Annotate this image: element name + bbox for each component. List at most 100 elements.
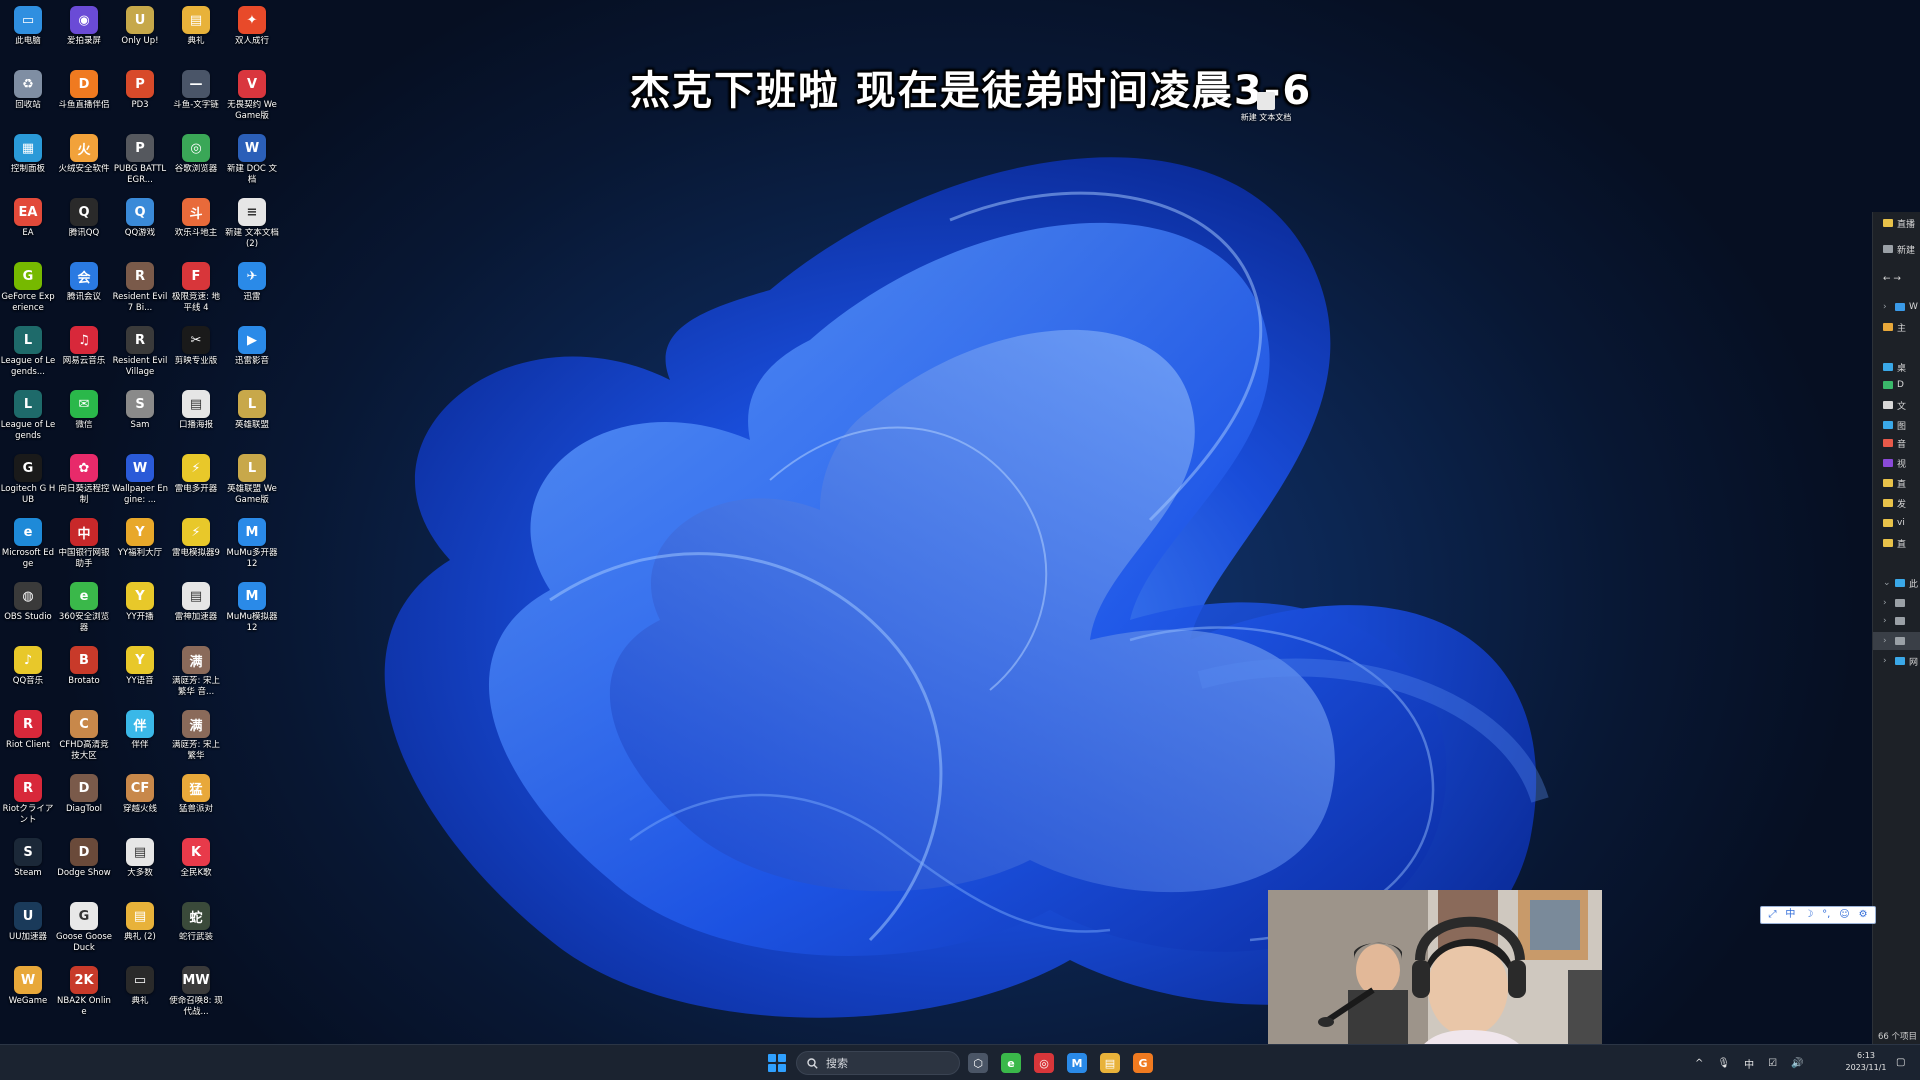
desktop-icon[interactable]: ▤ 口播海报 bbox=[168, 386, 224, 450]
nav-pane-item[interactable]: 文 bbox=[1873, 396, 1920, 414]
desktop-icon[interactable]: ▭ 此电脑 bbox=[0, 2, 56, 66]
tray-icon[interactable]: ☑ bbox=[1768, 1058, 1777, 1069]
chevron-icon[interactable]: › bbox=[1883, 656, 1891, 666]
desktop-icon[interactable]: ⚡ 雷电模拟器9 bbox=[168, 514, 224, 578]
desktop-icon[interactable]: 蛇蛇行武装 bbox=[168, 898, 224, 962]
desktop-icon[interactable]: 2K NBA2K Online bbox=[56, 962, 112, 1026]
desktop-icon[interactable]: 满满庭芳: 宋上繁华 音... bbox=[168, 642, 224, 706]
douyu-app[interactable]: G bbox=[1133, 1053, 1153, 1073]
ime-button[interactable]: °, bbox=[1822, 909, 1830, 921]
360-browser-app[interactable]: e bbox=[1001, 1053, 1021, 1073]
desktop-icon[interactable]: ✿ 向日葵远程控制 bbox=[56, 450, 112, 514]
desktop-icon[interactable]: ▤ 典礼 (2) bbox=[112, 898, 168, 962]
desktop-icon[interactable]: Y YY语音 bbox=[112, 642, 168, 706]
desktop-icon[interactable]: 满满庭芳: 宋上繁华 bbox=[168, 706, 224, 770]
desktop-icon[interactable]: ✂ 剪映专业版 bbox=[168, 322, 224, 386]
ime-button[interactable]: ⚙ bbox=[1859, 909, 1868, 921]
desktop-icon[interactable]: 伴伴伴 bbox=[112, 706, 168, 770]
desktop-icon[interactable]: ≡ 新建 文本文档 (2) bbox=[224, 194, 280, 258]
nav-pane-item[interactable]: 直 bbox=[1873, 534, 1920, 552]
chevron-icon[interactable]: ⌄ bbox=[1883, 578, 1891, 588]
nav-pane-item[interactable]: 音 bbox=[1873, 434, 1920, 452]
nav-pane-item[interactable]: 直 bbox=[1873, 474, 1920, 492]
chrome-app[interactable]: ◎ bbox=[1034, 1053, 1054, 1073]
nav-pane-item[interactable]: › bbox=[1873, 594, 1920, 612]
desktop-icon[interactable]: ♻ 回收站 bbox=[0, 66, 56, 130]
desktop-icon[interactable]: G Goose Goose Duck bbox=[56, 898, 112, 962]
desktop-icon[interactable]: U UU加速器 bbox=[0, 898, 56, 962]
desktop-icon[interactable]: D 斗鱼直播伴侣 bbox=[56, 66, 112, 130]
taskview-app[interactable]: ⬡ bbox=[968, 1053, 988, 1073]
desktop-icon[interactable]: G Logitech G HUB bbox=[0, 450, 56, 514]
nav-pane-item[interactable]: 主 bbox=[1873, 318, 1920, 336]
tray-icon[interactable]: 中 bbox=[1744, 1056, 1754, 1071]
desktop-icon[interactable]: K 全民K歌 bbox=[168, 834, 224, 898]
ime-button[interactable]: ⤢ bbox=[1768, 909, 1776, 921]
desktop-icon[interactable]: P PUBG BATTLEGR... bbox=[112, 130, 168, 194]
nav-pane-item[interactable]: › 网 bbox=[1873, 652, 1920, 670]
desktop-icon[interactable]: ◍ OBS Studio bbox=[0, 578, 56, 642]
chevron-icon[interactable]: › bbox=[1883, 636, 1891, 646]
nav-pane-item[interactable]: ← → bbox=[1873, 270, 1920, 288]
desktop-icon[interactable]: ♪ QQ音乐 bbox=[0, 642, 56, 706]
desktop-icon[interactable]: ▤ 雷神加速器 bbox=[168, 578, 224, 642]
taskbar-clock[interactable]: 6:13 2023/11/1 bbox=[1842, 1050, 1890, 1074]
desktop-icon[interactable]: L League of Legends bbox=[0, 386, 56, 450]
desktop-icon[interactable]: L League of Legends... bbox=[0, 322, 56, 386]
desktop-icon[interactable]: e 360安全浏览器 bbox=[56, 578, 112, 642]
desktop-icon[interactable]: V 无畏契约 WeGame版 bbox=[224, 66, 280, 130]
file-explorer-app[interactable]: ▤ bbox=[1100, 1053, 1120, 1073]
desktop-file-new-text[interactable]: 新建 文本文档 bbox=[1238, 92, 1294, 123]
desktop-icon[interactable]: MW 使命召唤8: 现代战... bbox=[168, 962, 224, 1026]
chevron-icon[interactable]: › bbox=[1883, 302, 1891, 312]
desktop-icon[interactable]: ◎ 谷歌浏览器 bbox=[168, 130, 224, 194]
desktop-icon[interactable]: 火火绒安全软件 bbox=[56, 130, 112, 194]
nav-pane-item[interactable]: 直播 bbox=[1873, 214, 1920, 232]
nav-pane-item[interactable]: › bbox=[1873, 632, 1920, 650]
ime-button[interactable]: ☺ bbox=[1839, 909, 1849, 921]
desktop-icon[interactable]: ♫ 网易云音乐 bbox=[56, 322, 112, 386]
nav-pane-item[interactable]: vi bbox=[1873, 514, 1920, 532]
desktop-icon[interactable]: ▦ 控制面板 bbox=[0, 130, 56, 194]
nav-pane-item[interactable]: 视 bbox=[1873, 454, 1920, 472]
desktop-icon[interactable]: Q 腾讯QQ bbox=[56, 194, 112, 258]
desktop-icon[interactable]: P PD3 bbox=[112, 66, 168, 130]
desktop-icon[interactable]: G GeForce Experience bbox=[0, 258, 56, 322]
desktop-icon[interactable]: 斗欢乐斗地主 bbox=[168, 194, 224, 258]
desktop-icon[interactable]: EA EA bbox=[0, 194, 56, 258]
nav-pane-item[interactable]: › W bbox=[1873, 298, 1920, 316]
desktop-icon[interactable]: W WeGame bbox=[0, 962, 56, 1026]
ime-button[interactable]: ☽ bbox=[1804, 909, 1813, 921]
desktop-icon[interactable]: R Riotクライアント bbox=[0, 770, 56, 834]
desktop-icon[interactable]: Y YY开播 bbox=[112, 578, 168, 642]
desktop-icon[interactable]: Q QQ游戏 bbox=[112, 194, 168, 258]
desktop-icon[interactable]: ⚡ 雷电多开器 bbox=[168, 450, 224, 514]
taskbar-search-box[interactable]: 搜索 bbox=[796, 1051, 960, 1075]
desktop-icon[interactable]: e Microsoft Edge bbox=[0, 514, 56, 578]
desktop-icon[interactable]: L 英雄联盟 WeGame版 bbox=[224, 450, 280, 514]
desktop-icon[interactable]: 会腾讯会议 bbox=[56, 258, 112, 322]
tray-icon[interactable]: 🔊 bbox=[1791, 1058, 1803, 1069]
mumu-app[interactable]: M bbox=[1067, 1053, 1087, 1073]
tray-icon[interactable]: ^ bbox=[1695, 1058, 1703, 1069]
desktop-icon[interactable]: R Resident Evil 7 Bi... bbox=[112, 258, 168, 322]
desktop-icon[interactable]: C CFHD高清竞技大区 bbox=[56, 706, 112, 770]
desktop-icon[interactable]: M MuMu多开器12 bbox=[224, 514, 280, 578]
desktop-icon[interactable]: R Riot Client bbox=[0, 706, 56, 770]
desktop-icon[interactable]: L 英雄联盟 bbox=[224, 386, 280, 450]
desktop-icon[interactable]: D Dodge Show bbox=[56, 834, 112, 898]
nav-pane-item[interactable]: 发 bbox=[1873, 494, 1920, 512]
desktop-icon[interactable]: ◉ 爱拍录屏 bbox=[56, 2, 112, 66]
nav-pane-item[interactable]: 新建 bbox=[1873, 240, 1920, 258]
desktop-icon[interactable]: 中中国银行网银助手 bbox=[56, 514, 112, 578]
desktop-icon[interactable]: Y YY福利大厅 bbox=[112, 514, 168, 578]
desktop-icon[interactable]: U Only Up! bbox=[112, 2, 168, 66]
notification-icon[interactable]: ▢ bbox=[1896, 1057, 1908, 1069]
desktop-icon[interactable]: ▶ 迅雷影音 bbox=[224, 322, 280, 386]
desktop-icon[interactable]: ▭ 典礼 bbox=[112, 962, 168, 1026]
desktop-icon[interactable]: M MuMu模拟器12 bbox=[224, 578, 280, 642]
nav-pane-item[interactable]: 桌 bbox=[1873, 358, 1920, 376]
start-button[interactable] bbox=[768, 1054, 786, 1072]
desktop-icon[interactable]: — 斗鱼-文字链 bbox=[168, 66, 224, 130]
desktop-icon[interactable]: F 极限竞速: 地平线 4 bbox=[168, 258, 224, 322]
